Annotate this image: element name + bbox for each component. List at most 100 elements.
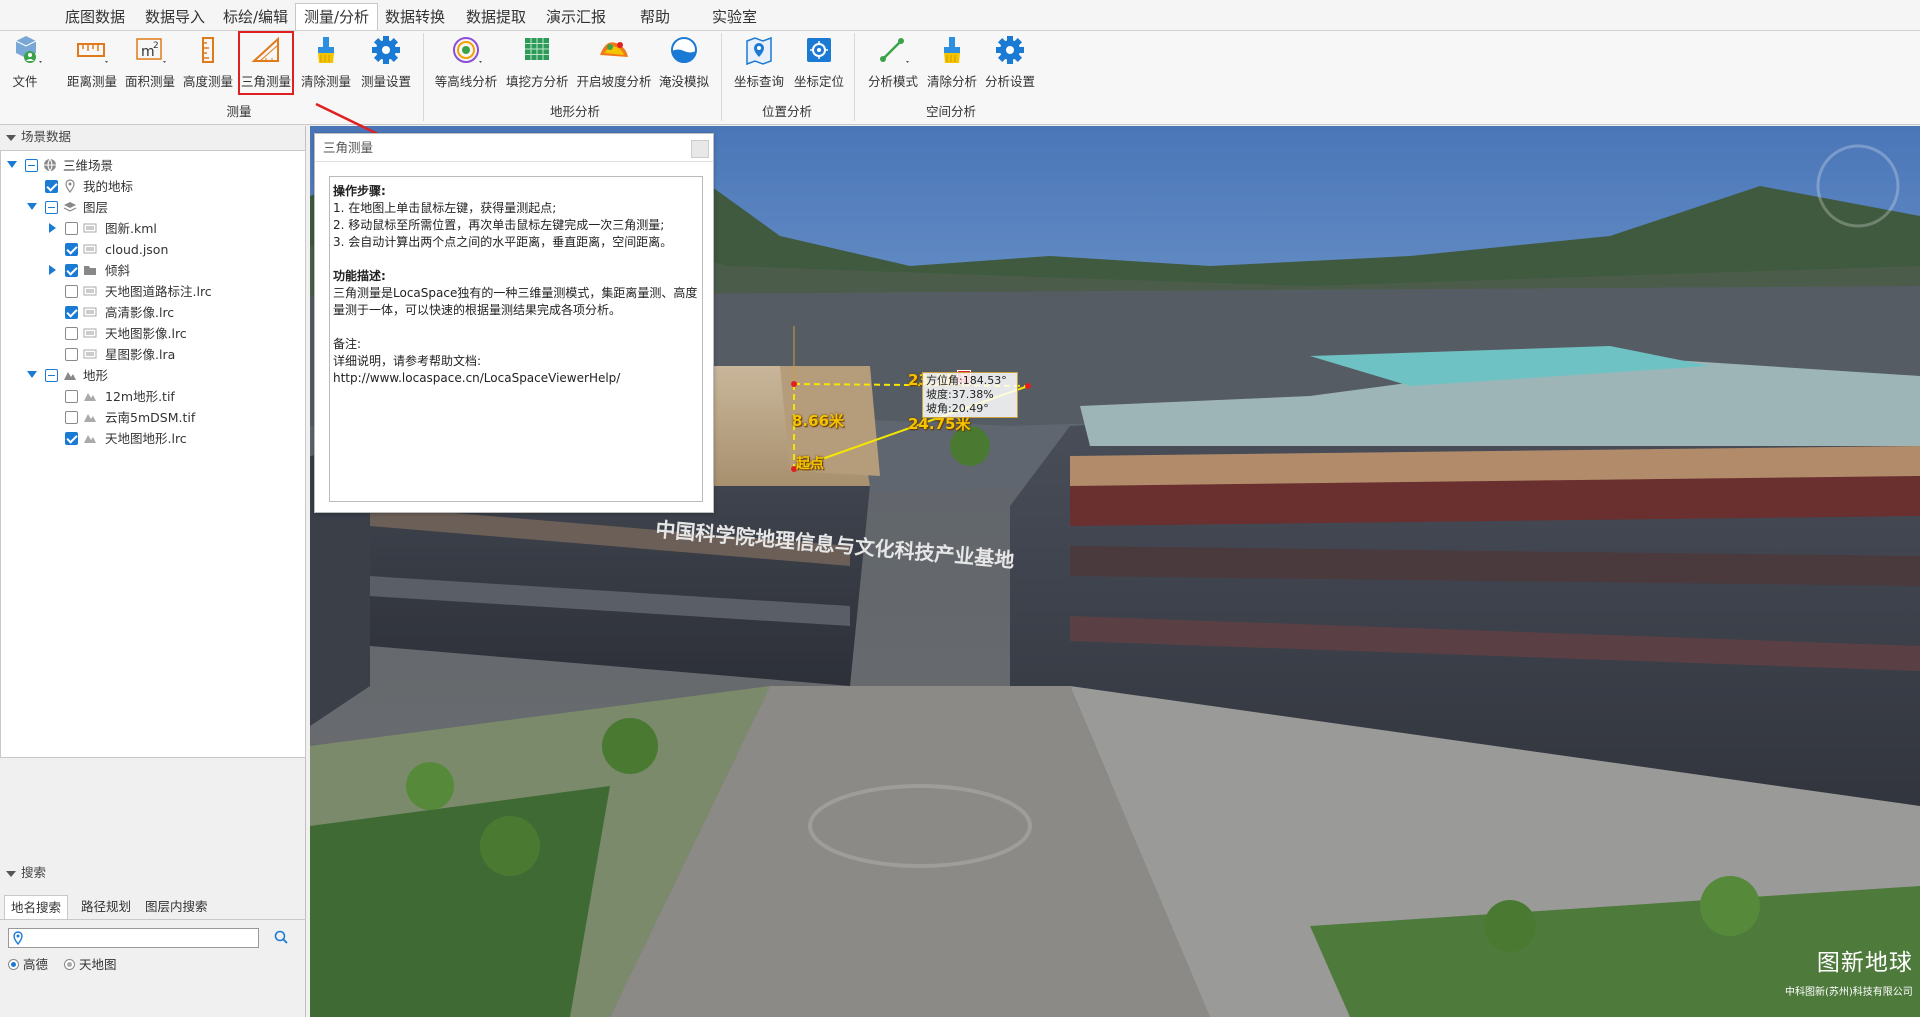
coordinate-query-button[interactable]: 坐标查询 <box>732 33 786 93</box>
height-measure-button[interactable]: 高度测量 <box>182 33 234 93</box>
analysis-settings-button[interactable]: 分析设置 <box>984 33 1036 93</box>
brand-watermark: 图新地球 中科图新(苏州)科技有限公司 <box>1785 943 1913 998</box>
tree-node-terrain[interactable]: 地形 <box>1 365 301 386</box>
tree-node-terrain-item[interactable]: 云南5mDSM.tif <box>1 407 301 428</box>
search-panel-title: 搜索 <box>21 865 47 880</box>
search-input[interactable] <box>8 928 259 948</box>
file-icon <box>83 221 97 235</box>
triangle-measure-dialog: 三角测量 操作步骤: 1. 在地图上单击鼠标左键，获得量测起点; 2. 移动鼠标… <box>314 133 714 513</box>
contour-analysis-button[interactable]: 等高线分析 <box>434 33 498 93</box>
checkbox[interactable] <box>45 201 58 214</box>
distance-measure-button[interactable]: 距离测量 <box>66 33 118 93</box>
tree-label: 三维场景 <box>63 158 114 173</box>
checkbox[interactable] <box>45 369 58 382</box>
scene-tree: 三维场景 我的地标 图层 图新.kml cloud.json 倾斜 天地图道路标… <box>0 150 306 758</box>
tree-node-terrain-item[interactable]: 12m地形.tif <box>1 386 301 407</box>
tree-label: 我的地标 <box>83 179 134 194</box>
azimuth-value: 方位角:184.53° <box>926 374 1007 387</box>
checkbox[interactable] <box>65 306 78 319</box>
search-icon[interactable] <box>274 930 288 947</box>
brand-name: 图新地球 <box>1816 950 1913 976</box>
clear-analysis-button[interactable]: 清除分析 <box>926 33 978 93</box>
expand-icon[interactable] <box>27 203 37 210</box>
tree-node-layer[interactable]: 天地图道路标注.lrc <box>1 281 301 302</box>
checkbox[interactable] <box>65 411 78 424</box>
tab-layer-search[interactable]: 图层内搜索 <box>139 895 214 919</box>
tree-node-layers[interactable]: 图层 <box>1 197 301 218</box>
menu-tab-present[interactable]: 演示汇报 <box>538 4 614 31</box>
tree-node-layer[interactable]: 星图影像.lra <box>1 344 301 365</box>
expand-icon[interactable] <box>49 265 56 275</box>
tab-place-search[interactable]: 地名搜索 <box>4 895 69 919</box>
flood-simulation-button[interactable]: 淹没模拟 <box>658 33 710 93</box>
slope-analysis-button[interactable]: 开启坡度分析 <box>576 33 652 93</box>
tab-route-planning[interactable]: 路径规划 <box>75 895 137 919</box>
dialog-title[interactable]: 三角测量 <box>315 134 713 162</box>
clear-measure-button[interactable]: 清除测量 <box>300 33 352 93</box>
tree-node-root[interactable]: 三维场景 <box>1 155 301 176</box>
file-button[interactable]: 文件 <box>8 33 42 93</box>
crosshair-icon <box>801 33 837 67</box>
menu-tab-plot-edit[interactable]: 标绘/编辑 <box>215 4 296 31</box>
menu-tab-extract[interactable]: 数据提取 <box>458 4 534 31</box>
expand-icon[interactable] <box>27 371 37 378</box>
checkbox[interactable] <box>65 222 78 235</box>
cutfill-analysis-label: 填挖方分析 <box>506 74 569 89</box>
source-radio-tianditu[interactable]: 天地图 <box>64 957 117 973</box>
brand-company: 中科图新(苏州)科技有限公司 <box>1785 987 1913 998</box>
analysis-mode-button[interactable]: 分析模式 <box>866 33 920 93</box>
checkbox[interactable] <box>65 264 78 277</box>
tree-node-terrain-item[interactable]: 天地图地形.lrc <box>1 428 301 449</box>
tree-label: 星图影像.lra <box>105 347 176 362</box>
tree-label: 12m地形.tif <box>105 389 175 404</box>
triangle-measure-button[interactable]: 三角测量 <box>238 31 294 95</box>
menu-tab-basemap[interactable]: 底图数据 <box>57 4 133 31</box>
checkbox[interactable] <box>65 285 78 298</box>
collapse-icon <box>6 871 16 877</box>
tree-node-my-places[interactable]: 我的地标 <box>1 176 301 197</box>
tree-node-layer[interactable]: 天地图影像.lrc <box>1 323 301 344</box>
checkbox[interactable] <box>65 390 78 403</box>
close-button[interactable] <box>691 140 709 158</box>
cutfill-analysis-button[interactable]: 填挖方分析 <box>506 33 569 93</box>
radio-dot <box>8 959 19 970</box>
water-drop-icon <box>666 33 702 67</box>
coordinate-query-label: 坐标查询 <box>733 74 784 89</box>
source-radio-gaode[interactable]: 高德 <box>8 957 48 973</box>
tree-label: cloud.json <box>105 242 169 257</box>
coordinate-locate-label: 坐标定位 <box>793 74 844 89</box>
file-label: 文件 <box>12 74 38 89</box>
scene-panel-header[interactable]: 场景数据 <box>0 126 305 148</box>
checkbox[interactable] <box>45 180 58 193</box>
tree-node-layer[interactable]: 倾斜 <box>1 260 301 281</box>
tree-node-layer[interactable]: 图新.kml <box>1 218 301 239</box>
expand-icon[interactable] <box>7 161 17 168</box>
search-panel: 搜索 地名搜索 路径规划 图层内搜索 高德 天地图 <box>0 862 306 1017</box>
checkbox[interactable] <box>65 348 78 361</box>
menu-tab-convert[interactable]: 数据转换 <box>377 4 453 31</box>
menu-tab-lab[interactable]: 实验室 <box>704 4 765 31</box>
globe-icon <box>43 158 57 172</box>
checkbox[interactable] <box>65 432 78 445</box>
tree-label: 高清影像.lrc <box>105 305 175 320</box>
tree-node-layer[interactable]: cloud.json <box>1 239 301 260</box>
ribbon-toolbar: 文件 距离测量 m2 面积测量 高度测量 三角测量 清除测量 测量设置 测量 等… <box>0 31 1920 125</box>
grid-icon <box>519 33 555 67</box>
menu-tab-import[interactable]: 数据导入 <box>137 4 213 31</box>
group-separator <box>721 33 722 121</box>
help-link[interactable]: http://www.locaspace.cn/LocaSpaceViewerH… <box>333 370 702 387</box>
measure-settings-button[interactable]: 测量设置 <box>360 33 412 93</box>
folder-icon <box>83 263 97 277</box>
menu-tab-measure-analysis[interactable]: 测量/分析 <box>295 3 379 30</box>
checkbox[interactable] <box>25 159 38 172</box>
dialog-body: 操作步骤: 1. 在地图上单击鼠标左键，获得量测起点; 2. 移动鼠标至所需位置… <box>329 176 703 502</box>
menu-tab-help[interactable]: 帮助 <box>632 4 678 31</box>
checkbox[interactable] <box>65 327 78 340</box>
area-measure-button[interactable]: m2 面积测量 <box>124 33 176 93</box>
search-panel-header[interactable]: 搜索 <box>0 862 306 884</box>
coordinate-locate-button[interactable]: 坐标定位 <box>792 33 846 93</box>
tree-node-layer[interactable]: 高清影像.lrc <box>1 302 301 323</box>
area-measure-label: 面积测量 <box>124 74 175 89</box>
expand-icon[interactable] <box>49 223 56 233</box>
checkbox[interactable] <box>65 243 78 256</box>
